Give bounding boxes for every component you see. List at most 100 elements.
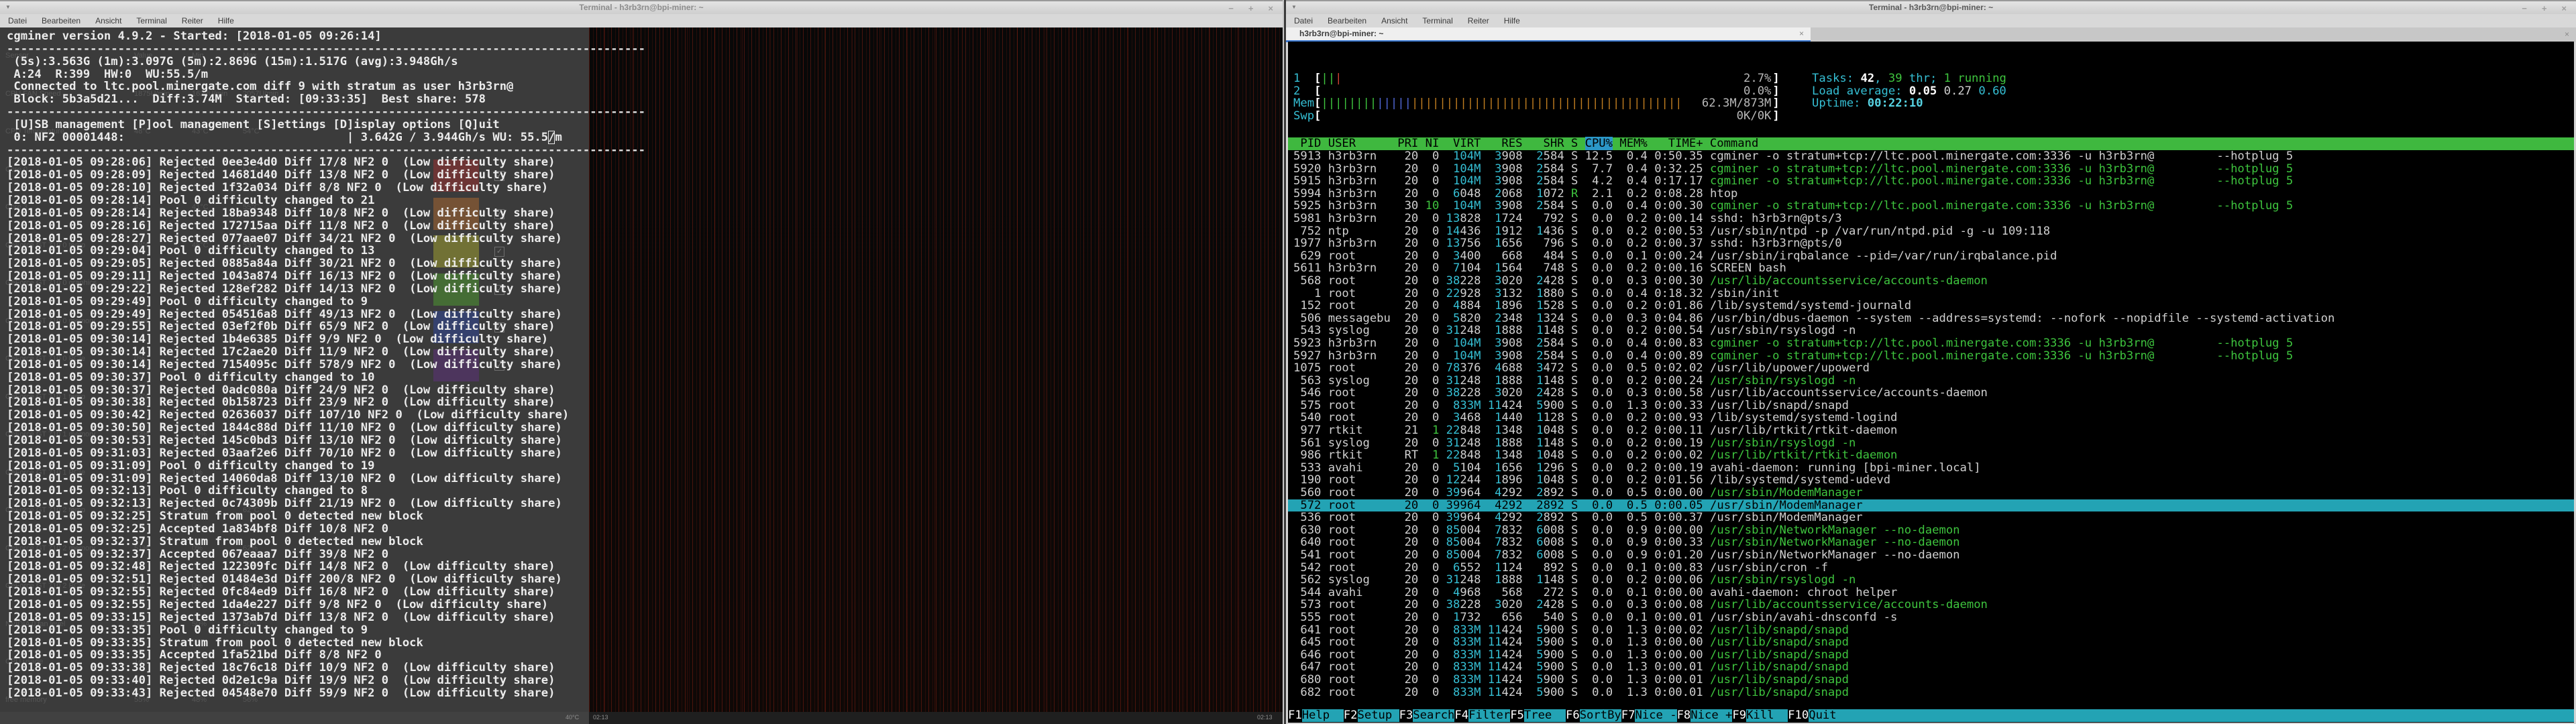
process-row[interactable]: 543 syslog 20 0 31248 1888 1148 S 0.0 0.… [1288, 324, 2574, 337]
process-row[interactable]: 5611 h3rb3rn 20 0 7104 1564 748 S 0.0 0.… [1288, 262, 2574, 275]
sort-column-cpu[interactable]: CPU% [1585, 137, 1613, 150]
process-row[interactable]: 573 root 20 0 38228 3020 2428 S 0.0 0.3 … [1288, 599, 2574, 611]
minimize-button[interactable]: − [2522, 1, 2527, 15]
fkey-f9[interactable]: F9 [1732, 709, 1746, 722]
process-row[interactable]: 555 root 20 0 1732 656 540 S 0.0 0.1 0:0… [1288, 611, 2574, 624]
fkey-label-tree[interactable]: Tree [1524, 709, 1566, 722]
process-row[interactable]: 629 root 20 0 3400 668 484 S 0.0 0.1 0:0… [1288, 250, 2574, 263]
cgminer-log-line: [2018-01-05 09:29:22] Rejected 128ef282 … [7, 283, 645, 296]
fkey-f7[interactable]: F7 [1621, 709, 1635, 722]
cgminer-log-line: [2018-01-05 09:30:14] Rejected 17c2ae20 … [7, 346, 645, 359]
fkey-f8[interactable]: F8 [1677, 709, 1691, 722]
process-row[interactable]: 682 root 20 0 833M 11424 5900 S 0.0 1.3 … [1288, 686, 2574, 699]
process-row[interactable]: 152 root 20 0 4884 1896 1528 S 0.0 0.2 0… [1288, 300, 2574, 312]
process-row[interactable]: 1 root 20 0 22928 3132 1880 S 0.0 0.4 0:… [1288, 288, 2574, 300]
process-row[interactable]: 536 root 20 0 39964 4292 2892 S 0.0 0.5 … [1288, 511, 2574, 524]
fkey-f10[interactable]: F10 [1788, 709, 1809, 722]
fkey-label-setup[interactable]: Setup [1358, 709, 1399, 722]
process-row[interactable]: 646 root 20 0 833M 11424 5900 S 0.0 1.3 … [1288, 649, 2574, 662]
process-row[interactable]: 563 syslog 20 0 31248 1888 1148 S 0.0 0.… [1288, 375, 2574, 387]
process-row[interactable]: 5913 h3rb3rn 20 0 104M 3908 2584 S 12.5 … [1288, 150, 2574, 163]
process-row[interactable]: 641 root 20 0 833M 11424 5900 S 0.0 1.3 … [1288, 624, 2574, 637]
process-row[interactable]: 752 ntp 20 0 14436 1912 1436 S 0.0 0.2 0… [1288, 225, 2574, 238]
fkey-label-search[interactable]: Search [1413, 709, 1454, 722]
process-row[interactable]: 640 root 20 0 85004 7832 6008 S 0.0 0.9 … [1288, 536, 2574, 549]
menu-item-datei[interactable]: Datei [1294, 16, 1313, 25]
close-button[interactable]: × [2561, 1, 2567, 15]
tab-close-icon[interactable]: × [1799, 29, 1804, 38]
process-row[interactable]: 561 syslog 20 0 31248 1888 1148 S 0.0 0.… [1288, 437, 2574, 450]
process-row[interactable]: 5925 h3rb3rn 30 10 104M 3908 2584 S 0.0 … [1288, 200, 2574, 213]
fkey-f3[interactable]: F3 [1399, 709, 1413, 722]
process-row[interactable]: 5994 h3rb3rn 20 0 6048 2068 1072 R 2.1 0… [1288, 188, 2574, 200]
menu-item-bearbeiten[interactable]: Bearbeiten [42, 16, 80, 25]
fkey-label-quit[interactable]: Quit [1809, 709, 1850, 722]
menu-item-hilfe[interactable]: Hilfe [218, 16, 234, 25]
fkey-label-kill[interactable]: Kill [1746, 709, 1788, 722]
left-titlebar[interactable]: ▼ Terminal - h3rb3rn@bpi-miner: ~ −+× [0, 0, 1283, 14]
process-row[interactable]: 986 rtkit RT 1 22848 1348 1048 S 0.0 0.2… [1288, 449, 2574, 462]
process-row[interactable]: 506 messagebu 20 0 5820 2348 1324 S 0.0 … [1288, 312, 2574, 325]
process-row[interactable]: 568 root 20 0 38228 3020 2428 S 0.0 0.3 … [1288, 275, 2574, 288]
cgminer-log-line: [2018-01-05 09:30:53] Rejected 145c0bd3 … [7, 434, 645, 447]
process-row[interactable]: 560 root 20 0 39964 4292 2892 S 0.0 0.5 … [1288, 487, 2574, 499]
minimize-button[interactable]: − [1228, 1, 1234, 15]
menu-item-hilfe[interactable]: Hilfe [1504, 16, 1520, 25]
fkey-label-nice-[interactable]: Nice + [1690, 709, 1732, 722]
menu-item-datei[interactable]: Datei [8, 16, 27, 25]
process-row[interactable]: 5981 h3rb3rn 20 0 13828 1724 792 S 0.0 0… [1288, 213, 2574, 225]
fkey-label-sortby[interactable]: SortBy [1580, 709, 1621, 722]
process-row[interactable]: 562 syslog 20 0 31248 1888 1148 S 0.0 0.… [1288, 574, 2574, 587]
menu-item-ansicht[interactable]: Ansicht [95, 16, 121, 25]
process-row[interactable]: 645 root 20 0 833M 11424 5900 S 0.0 1.3 … [1288, 636, 2574, 649]
tab-active[interactable]: h3rb3rn@bpi-miner: ~ × [1286, 27, 1811, 42]
process-row[interactable]: 575 root 20 0 833M 11424 5900 S 0.0 1.3 … [1288, 400, 2574, 412]
cpu2-meter: 2 [0.0%] [1293, 85, 1780, 98]
fkey-label-help[interactable]: Help [1302, 709, 1344, 722]
process-row[interactable]: 533 avahi 20 0 5104 1656 1296 S 0.0 0.2 … [1288, 462, 2574, 475]
htop-table-header[interactable]: PID USER PRI NI VIRT RES SHR S CPU% MEM%… [1288, 137, 2574, 150]
process-row[interactable]: 5923 h3rb3rn 20 0 104M 3908 2584 S 0.0 0… [1288, 337, 2574, 350]
process-row[interactable]: 5920 h3rb3rn 20 0 104M 3908 2584 S 7.7 0… [1288, 163, 2574, 176]
process-row[interactable]: 541 root 20 0 85004 7832 6008 S 0.0 0.9 … [1288, 549, 2574, 562]
cgminer-version-line: cgminer version 4.9.2 - Started: [2018-0… [7, 30, 645, 43]
process-row[interactable]: 680 root 20 0 833M 11424 5900 S 0.0 1.3 … [1288, 674, 2574, 686]
left-terminal-window: ▼ Terminal - h3rb3rn@bpi-miner: ~ −+× Da… [0, 0, 1284, 724]
menu-item-reiter[interactable]: Reiter [182, 16, 203, 25]
menu-item-bearbeiten[interactable]: Bearbeiten [1328, 16, 1366, 25]
fkey-f6[interactable]: F6 [1566, 709, 1580, 722]
tasks-line: Tasks: 42, 39 thr; 1 running [1812, 72, 2006, 85]
process-row-selected[interactable]: 572 root 20 0 39964 4292 2892 S 0.0 0.5 … [1288, 499, 2574, 512]
process-row[interactable]: 1977 h3rb3rn 20 0 13756 1656 796 S 0.0 0… [1288, 237, 2574, 250]
htop-meters: 1 [|||2.7%]2 [0.0%]Mem[|||||||||||||||||… [1293, 72, 1780, 122]
process-row[interactable]: 5915 h3rb3rn 20 0 104M 3908 2584 S 4.2 0… [1288, 175, 2574, 188]
process-row[interactable]: 542 root 20 0 6552 1124 892 S 0.0 0.1 0:… [1288, 562, 2574, 575]
fkey-label-nice-[interactable]: Nice - [1635, 709, 1676, 722]
process-row[interactable]: 546 root 20 0 38228 3020 2428 S 0.0 0.3 … [1288, 387, 2574, 400]
menu-item-reiter[interactable]: Reiter [1468, 16, 1489, 25]
process-row[interactable]: 190 root 20 0 12244 1896 1048 S 0.0 0.2 … [1288, 474, 2574, 487]
process-row[interactable]: 5927 h3rb3rn 20 0 104M 3908 2584 S 0.0 0… [1288, 350, 2574, 363]
menu-item-terminal[interactable]: Terminal [136, 16, 166, 25]
separator-line: ----------------------------------------… [7, 106, 645, 119]
right-titlebar[interactable]: ▼ Terminal - h3rb3rn@bpi-miner: ~ −+× [1286, 0, 2576, 14]
process-row[interactable]: 630 root 20 0 85004 7832 6008 S 0.0 0.9 … [1288, 524, 2574, 537]
tabbar-close-icon[interactable]: × [2565, 29, 2569, 39]
process-row[interactable]: 544 avahi 20 0 4968 568 272 S 0.0 0.1 0:… [1288, 587, 2574, 599]
htop-screen[interactable]: 1 [|||2.7%]2 [0.0%]Mem[|||||||||||||||||… [1288, 42, 2574, 723]
fkey-label-filter[interactable]: Filter [1468, 709, 1510, 722]
menu-item-terminal[interactable]: Terminal [1422, 16, 1452, 25]
process-row[interactable]: 1075 root 20 0 78376 4688 3472 S 0.0 0.5… [1288, 362, 2574, 375]
maximize-button[interactable]: + [1248, 1, 1254, 15]
process-row[interactable]: 977 rtkit 21 1 22848 1348 1048 S 0.0 0.2… [1288, 424, 2574, 437]
maximize-button[interactable]: + [2542, 1, 2547, 15]
process-row[interactable]: 540 root 20 0 3468 1440 1128 S 0.0 0.2 0… [1288, 412, 2574, 424]
left-terminal-content[interactable]: SensorValueMinMaxCPU FAN Speed1875U/min1… [0, 27, 1283, 712]
fkey-f4[interactable]: F4 [1454, 709, 1468, 722]
fkey-f5[interactable]: F5 [1510, 709, 1524, 722]
process-row[interactable]: 647 root 20 0 833M 11424 5900 S 0.0 1.3 … [1288, 661, 2574, 674]
fkey-f2[interactable]: F2 [1344, 709, 1358, 722]
fkey-f1[interactable]: F1 [1288, 709, 1302, 722]
menu-item-ansicht[interactable]: Ansicht [1381, 16, 1407, 25]
close-button[interactable]: × [1268, 1, 1273, 15]
